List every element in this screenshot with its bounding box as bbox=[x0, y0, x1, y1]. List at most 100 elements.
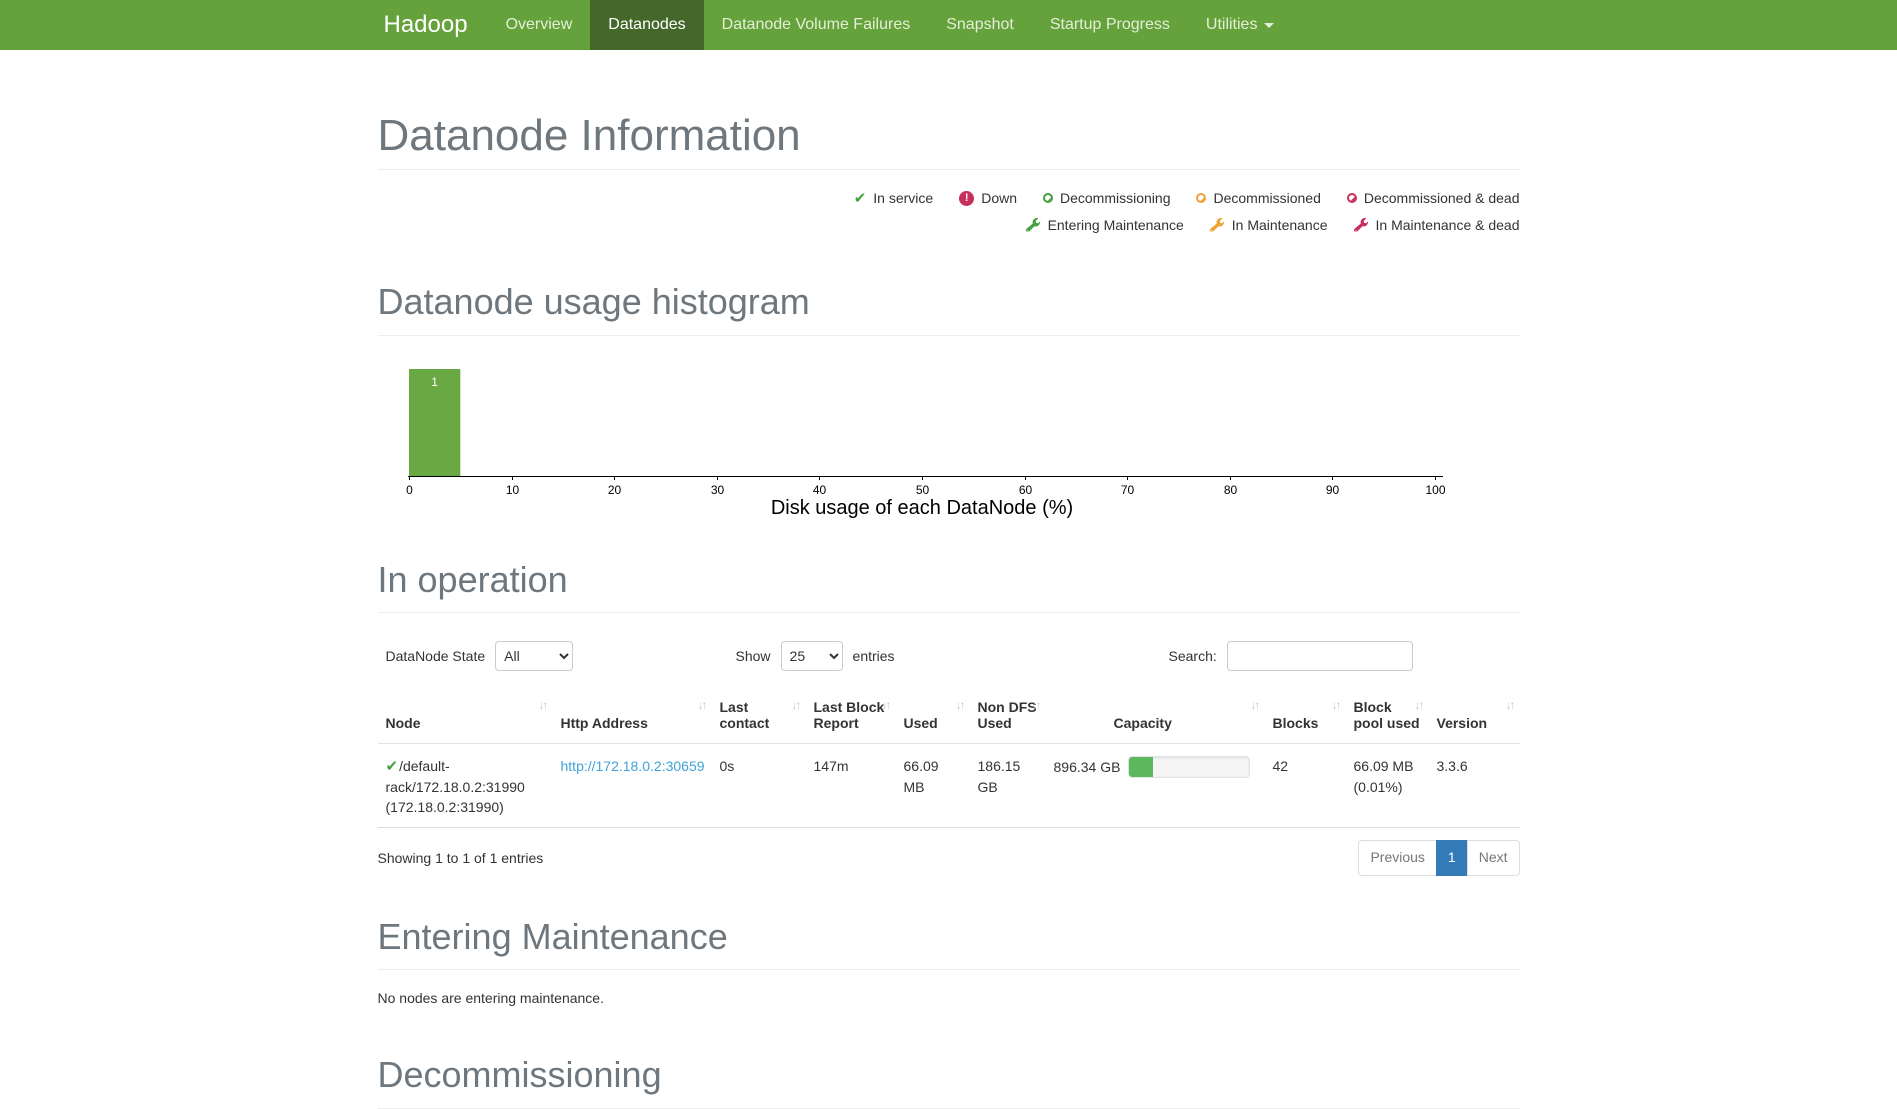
nav-item-startup-progress[interactable]: Startup Progress bbox=[1032, 0, 1188, 50]
sort-icon: ↓↑ bbox=[1332, 699, 1340, 713]
x-axis-tick-label: 50 bbox=[915, 483, 929, 497]
wrench-icon bbox=[1354, 218, 1369, 233]
x-axis-tick-label: 10 bbox=[505, 483, 519, 497]
legend-label: Decommissioning bbox=[1060, 190, 1170, 206]
entering-maintenance-section-header: Entering Maintenance bbox=[378, 916, 1520, 970]
column-header-label: Capacity bbox=[1054, 715, 1172, 731]
datanode-state-select[interactable]: All bbox=[495, 641, 573, 671]
sort-icon: ↓↑ bbox=[792, 699, 800, 713]
column-header-last-contact[interactable]: ↓↑ Last contact bbox=[712, 689, 806, 744]
ban-circle-icon bbox=[1196, 193, 1206, 203]
capacity-value: 896.34 GB bbox=[1054, 757, 1121, 777]
wrench-icon bbox=[1210, 218, 1225, 233]
nav-item-datanodes[interactable]: Datanodes bbox=[590, 0, 703, 50]
legend-label: In Maintenance & dead bbox=[1376, 217, 1520, 233]
check-icon: ✔ bbox=[386, 759, 399, 774]
column-header-last-block-report[interactable]: ↓↑Last Block Report bbox=[806, 689, 896, 744]
http-address-link[interactable]: http://172.18.0.2:30659 bbox=[561, 758, 705, 774]
page-size-select[interactable]: 25 bbox=[781, 641, 843, 671]
column-header-label: Version bbox=[1437, 715, 1488, 731]
capacity-progress-fill bbox=[1129, 757, 1153, 777]
nav-item-utilities[interactable]: Utilities bbox=[1188, 0, 1293, 50]
column-header-label: Last Block Report bbox=[814, 699, 885, 731]
legend-item: Down bbox=[959, 190, 1017, 206]
x-axis-title: Disk usage of each DataNode (%) bbox=[770, 497, 1072, 519]
column-header-label: Http Address bbox=[561, 715, 648, 731]
nav-item-label: Datanode Volume Failures bbox=[722, 0, 911, 50]
sort-icon: ↓↑ bbox=[956, 699, 964, 713]
sort-icon: ↓↑ bbox=[539, 699, 547, 713]
datanode-state-label: DataNode State bbox=[386, 648, 486, 664]
navbar-menu: Overview Datanodes Datanode Volume Failure… bbox=[488, 0, 1293, 50]
x-axis-tick-label: 60 bbox=[1018, 483, 1032, 497]
hadoop-brand[interactable]: Hadoop bbox=[378, 0, 488, 50]
table-controls: DataNode State All Show 25 entries Searc… bbox=[378, 633, 1520, 679]
legend-label: Entering Maintenance bbox=[1048, 217, 1184, 233]
pagination-next-button[interactable]: Next bbox=[1467, 840, 1520, 876]
histogram-bar-count: 1 bbox=[431, 375, 438, 389]
sort-icon: ↓↑ bbox=[1032, 699, 1040, 713]
column-header-used[interactable]: ↓↑Used bbox=[896, 689, 970, 744]
x-axis-tick-label: 90 bbox=[1325, 483, 1339, 497]
legend-label: Decommissioned bbox=[1213, 190, 1320, 206]
column-header-block-pool[interactable]: ↓↑Block pool used bbox=[1346, 689, 1429, 744]
nav-item-overview[interactable]: Overview bbox=[488, 0, 591, 50]
decommissioning-heading: Decommissioning bbox=[378, 1054, 1520, 1095]
column-header-version[interactable]: ↓↑ Version bbox=[1429, 689, 1520, 744]
http-address-cell: http://172.18.0.2:30659 bbox=[553, 744, 712, 828]
column-header-blocks[interactable]: ↓↑Blocks bbox=[1265, 689, 1346, 744]
page-title: Datanode Information bbox=[378, 112, 1520, 160]
legend-item: In Maintenance & dead bbox=[1354, 217, 1520, 233]
blocks-cell: 42 bbox=[1265, 744, 1346, 828]
entering-maintenance-heading: Entering Maintenance bbox=[378, 916, 1520, 957]
nav-item-datanode-volume-failures[interactable]: Datanode Volume Failures bbox=[704, 0, 929, 50]
column-header-label: Non DFS Used bbox=[978, 699, 1037, 731]
top-navbar: Hadoop Overview Datanodes Datanode Volume … bbox=[0, 0, 1897, 50]
caret-down-icon bbox=[1264, 23, 1274, 28]
nav-item-label: Startup Progress bbox=[1050, 0, 1170, 50]
x-axis-tick-label: 80 bbox=[1223, 483, 1237, 497]
legend-label: In service bbox=[873, 190, 933, 206]
histogram-svg: 10102030405060708090100Disk usage of eac… bbox=[378, 356, 1520, 528]
nav-item-label: Overview bbox=[506, 0, 573, 50]
nav-item-snapshot[interactable]: Snapshot bbox=[928, 0, 1032, 50]
legend-item: Entering Maintenance bbox=[1026, 217, 1184, 233]
legend-item: In Maintenance bbox=[1210, 217, 1328, 233]
legend-label: Decommissioned & dead bbox=[1364, 190, 1520, 206]
wrench-icon bbox=[1026, 218, 1041, 233]
search-input[interactable] bbox=[1227, 641, 1413, 671]
exclamation-circle-icon bbox=[959, 191, 974, 206]
column-header-capacity[interactable]: ↓↑Capacity bbox=[1046, 689, 1265, 744]
column-header-label: Last contact bbox=[720, 699, 770, 731]
used-cell: 66.09 MB bbox=[896, 744, 970, 828]
pagination-page-1-button[interactable]: 1 bbox=[1436, 840, 1468, 876]
x-axis-tick-label: 70 bbox=[1120, 483, 1134, 497]
pagination: Previous 1 Next bbox=[1358, 840, 1519, 876]
sort-icon: ↓↑ bbox=[698, 699, 706, 713]
histogram-heading: Datanode usage histogram bbox=[378, 281, 1520, 322]
x-axis-tick-label: 40 bbox=[812, 483, 826, 497]
show-label: Show bbox=[736, 648, 771, 664]
column-header-http[interactable]: ↓↑ Http Address bbox=[553, 689, 712, 744]
column-header-node[interactable]: ↓↑ Node bbox=[378, 689, 553, 744]
x-axis-tick-label: 0 bbox=[406, 483, 413, 497]
table-header-row: ↓↑Node↓↑Http Address↓↑Last contact↓↑Last… bbox=[378, 689, 1520, 744]
pagination-previous-button[interactable]: Previous bbox=[1358, 840, 1436, 876]
check-icon: ✔ bbox=[854, 191, 867, 206]
nav-item-label: Datanodes bbox=[608, 0, 685, 50]
sort-icon: ↓↑ bbox=[1506, 699, 1514, 713]
in-operation-section-header: In operation bbox=[378, 559, 1520, 613]
entries-label: entries bbox=[853, 648, 895, 664]
sort-icon: ↓↑ bbox=[1415, 699, 1423, 713]
node-address: /default-rack/172.18.0.2:31990 (172.18.0… bbox=[386, 758, 525, 815]
column-header-non-dfs[interactable]: ↓↑Non DFS Used bbox=[970, 689, 1046, 744]
in-operation-heading: In operation bbox=[378, 559, 1520, 600]
column-header-label: Node bbox=[386, 715, 421, 731]
legend-label: In Maintenance bbox=[1232, 217, 1328, 233]
nav-item-label: Snapshot bbox=[946, 0, 1014, 50]
capacity-cell: 896.34 GB bbox=[1046, 744, 1265, 828]
page-title-header: Datanode Information bbox=[378, 112, 1520, 170]
legend-label: Down bbox=[981, 190, 1017, 206]
last-block-report-cell: 147m bbox=[806, 744, 896, 828]
legend-row: Entering Maintenance In Maintenance In Mai… bbox=[378, 217, 1520, 233]
